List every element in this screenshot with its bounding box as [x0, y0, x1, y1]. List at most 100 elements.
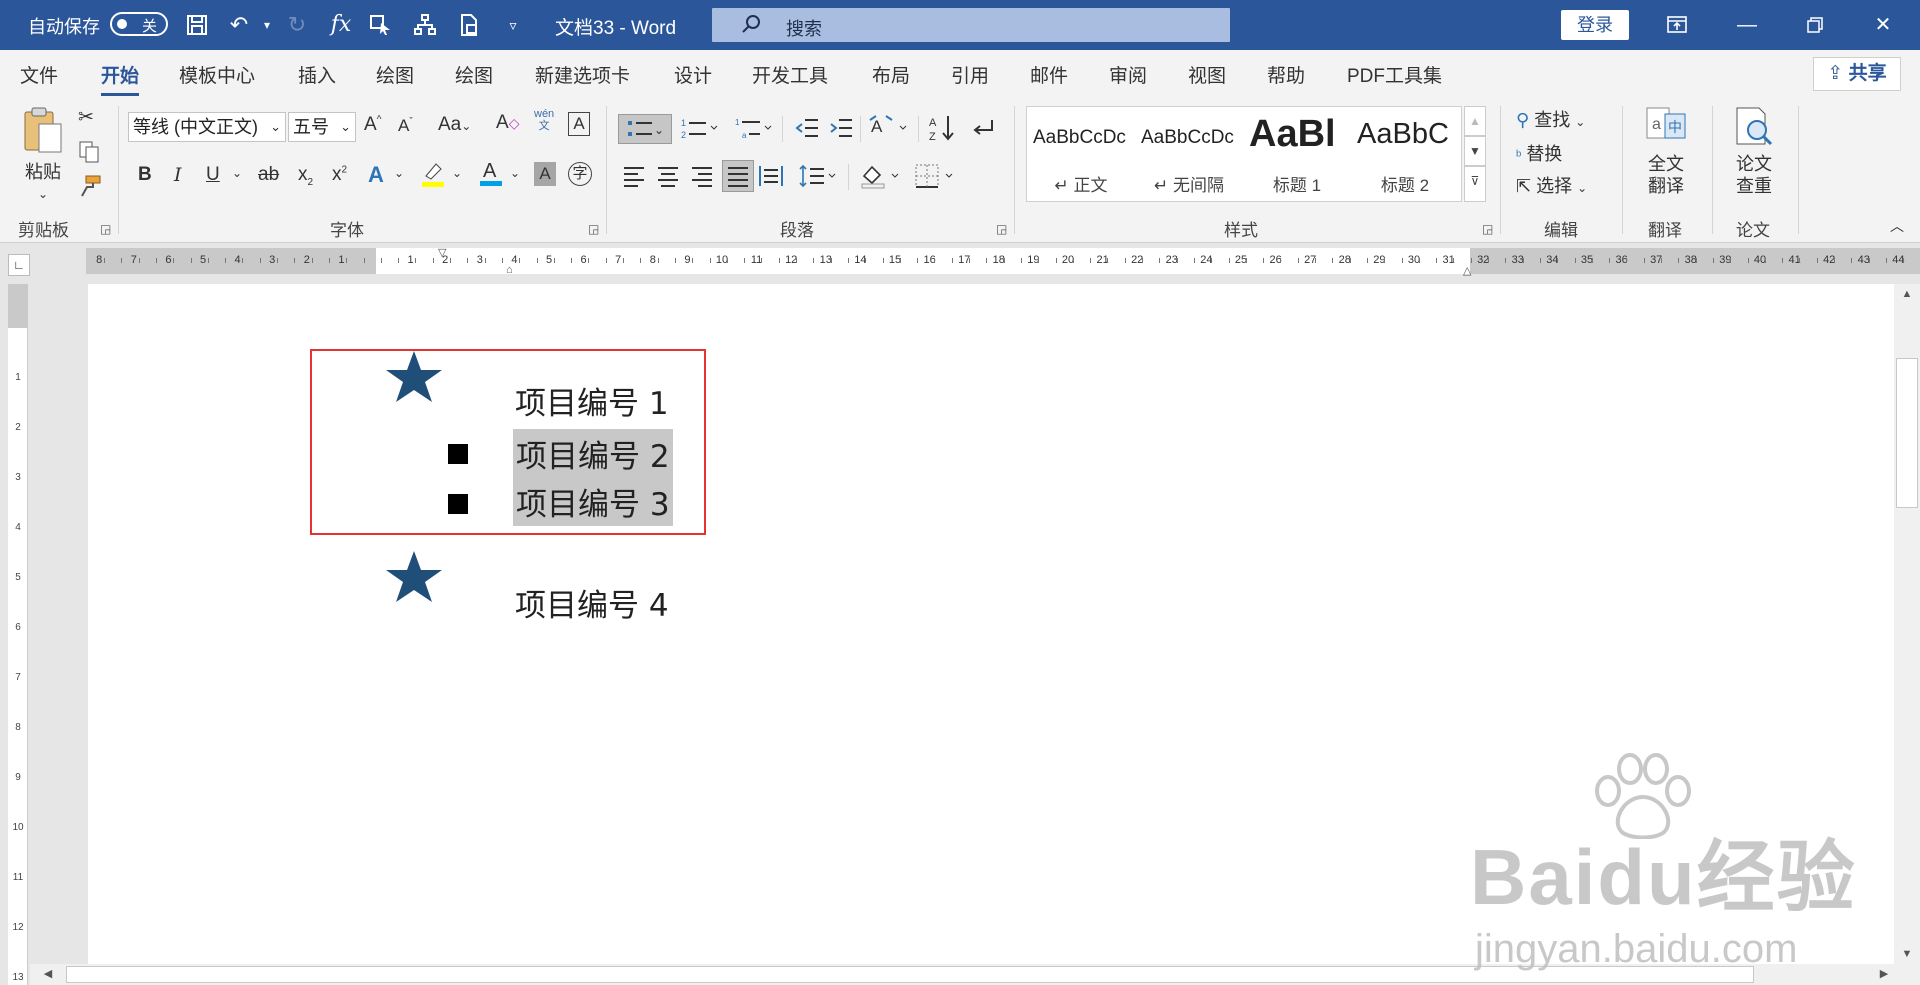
style-no-spacing[interactable]: AaBbCcDc ↵ 无间隔	[1135, 107, 1243, 201]
highlight-dropdown-icon[interactable]: ⌄	[452, 166, 462, 180]
list-item[interactable]: 项目编号 4	[515, 580, 669, 625]
scroll-up-icon[interactable]: ▲	[1894, 284, 1920, 304]
distributed-align-icon[interactable]	[758, 164, 784, 194]
font-size-select[interactable]: 五号 ⌄	[288, 112, 356, 142]
align-center-icon[interactable]	[656, 164, 680, 194]
collapse-ribbon-icon[interactable]: ︿	[1890, 216, 1904, 236]
character-shading-icon[interactable]: A	[534, 162, 556, 186]
find-button[interactable]: ⚲ 查找 ⌄	[1516, 106, 1585, 132]
tab-references[interactable]: 引用	[951, 61, 989, 88]
autosave-toggle[interactable]: 关	[110, 12, 168, 36]
close-icon[interactable]: ✕	[1868, 10, 1898, 40]
restore-icon[interactable]	[1800, 10, 1830, 40]
cut-icon[interactable]: ✂	[78, 106, 94, 129]
shading-icon[interactable]	[860, 162, 904, 196]
replace-button[interactable]: ᵇ 替换	[1516, 140, 1562, 166]
enclose-characters-icon[interactable]: 字	[568, 162, 592, 186]
list-item[interactable]: 项目编号 3	[513, 477, 673, 526]
customize-toolbar-icon[interactable]: ▿	[498, 10, 528, 40]
tab-template-center[interactable]: 模板中心	[179, 61, 255, 88]
superscript-icon[interactable]: x2	[332, 164, 347, 186]
undo-dropdown-icon[interactable]: ▾	[252, 10, 282, 40]
copy-icon[interactable]	[78, 140, 100, 170]
paste-dropdown-icon[interactable]: ⌄	[18, 183, 68, 205]
clear-formatting-icon[interactable]: A◇	[496, 112, 519, 134]
underline-dropdown-icon[interactable]: ⌄	[232, 166, 242, 180]
style-normal[interactable]: AaBbCcDc ↵ 正文	[1027, 107, 1135, 201]
align-left-icon[interactable]	[622, 164, 646, 194]
scroll-right-icon[interactable]: ▶	[1874, 964, 1894, 985]
style-heading-1[interactable]: AaBl 标题 1	[1243, 107, 1351, 201]
tab-draw[interactable]: 绘图	[376, 61, 414, 88]
tab-file[interactable]: 文件	[20, 61, 58, 88]
text-effects-icon[interactable]: A	[368, 162, 384, 188]
italic-icon[interactable]: I	[174, 164, 182, 186]
tab-help[interactable]: 帮助	[1267, 61, 1305, 88]
subscript-icon[interactable]: x2	[298, 164, 313, 188]
text-effects-dropdown-icon[interactable]: ⌄	[394, 166, 404, 180]
select-objects-icon[interactable]	[366, 10, 396, 40]
tab-review[interactable]: 审阅	[1109, 61, 1147, 88]
list-item[interactable]: 项目编号 1	[515, 378, 669, 423]
undo-icon[interactable]: ↶	[224, 10, 254, 40]
styles-gallery[interactable]: AaBbCcDc ↵ 正文 AaBbCcDc ↵ 无间隔 AaBl 标题 1 A…	[1026, 106, 1462, 202]
decrease-indent-icon[interactable]	[794, 116, 820, 146]
chinese-layout-icon[interactable]: A	[868, 114, 912, 146]
org-chart-icon[interactable]	[410, 10, 440, 40]
paste-button[interactable]: 粘贴 ⌄	[18, 106, 68, 205]
tab-mailings[interactable]: 邮件	[1030, 61, 1068, 88]
search-box[interactable]: 搜索	[712, 8, 1230, 42]
select-button[interactable]: ⇱ 选择 ⌄	[1516, 172, 1587, 198]
styles-scroll-down-icon[interactable]: ▼	[1464, 136, 1486, 166]
format-painter-icon[interactable]	[78, 174, 102, 204]
tab-view[interactable]: 视图	[1188, 61, 1226, 88]
shrink-font-icon[interactable]: Aˇ	[398, 116, 413, 136]
document-icon[interactable]	[454, 10, 484, 40]
font-color-dropdown-icon[interactable]: ⌄	[510, 166, 520, 180]
vertical-scrollbar[interactable]: ▲ ▼	[1894, 284, 1920, 985]
tab-home[interactable]: 开始	[101, 61, 140, 96]
tab-insert[interactable]: 插入	[298, 61, 336, 88]
numbering-icon[interactable]: 12	[680, 116, 720, 146]
tab-layout[interactable]: 布局	[872, 61, 910, 88]
tab-selector-icon[interactable]: ∟	[8, 254, 30, 276]
styles-launcher-icon[interactable]: ◲	[1482, 222, 1493, 236]
line-spacing-icon[interactable]	[798, 164, 840, 194]
grow-font-icon[interactable]: A^	[364, 114, 381, 136]
clipboard-launcher-icon[interactable]: ◲	[100, 222, 111, 236]
justify-icon[interactable]	[722, 160, 754, 192]
vertical-ruler[interactable]: 1 2 3 4 5 6 7 8 9 10 11 12 13	[8, 284, 28, 985]
formula-icon[interactable]: fx	[326, 10, 356, 40]
borders-icon[interactable]	[914, 162, 958, 196]
strikethrough-icon[interactable]: ab	[258, 164, 279, 186]
show-formatting-marks-icon[interactable]	[970, 116, 996, 146]
paper-check-button[interactable]: 论文 查重	[1724, 104, 1784, 197]
highlight-color-icon[interactable]	[420, 160, 446, 194]
tab-new-tab[interactable]: 新建选项卡	[535, 61, 630, 88]
change-case-button[interactable]: Aa⌄	[438, 114, 471, 136]
phonetic-guide-button[interactable]: wén 文	[534, 108, 554, 132]
share-button[interactable]: ⇪ 共享	[1813, 57, 1901, 91]
bold-icon[interactable]: B	[138, 164, 152, 186]
character-border-icon[interactable]: A	[568, 112, 590, 136]
font-color-icon[interactable]: A	[478, 158, 504, 194]
styles-more-icon[interactable]: ⊽	[1464, 166, 1486, 202]
ribbon-display-options-icon[interactable]	[1662, 10, 1692, 40]
bullets-button[interactable]: ⌄	[618, 114, 672, 144]
tab-design[interactable]: 设计	[674, 61, 712, 88]
scroll-left-icon[interactable]: ◀	[38, 964, 58, 985]
multilevel-list-icon[interactable]: 1a	[734, 116, 774, 146]
scroll-thumb[interactable]	[1896, 358, 1918, 508]
redo-icon[interactable]: ↻	[282, 10, 312, 40]
tab-developer[interactable]: 开发工具	[752, 61, 828, 88]
tab-draw-2[interactable]: 绘图	[455, 61, 493, 88]
styles-scroll-up-icon[interactable]: ▲	[1464, 106, 1486, 136]
font-launcher-icon[interactable]: ◲	[588, 222, 599, 236]
right-indent-marker[interactable]: △	[1463, 264, 1471, 277]
font-name-select[interactable]: 等线 (中文正文) ⌄	[128, 112, 286, 142]
increase-indent-icon[interactable]	[828, 116, 854, 146]
scroll-down-icon[interactable]: ▼	[1894, 944, 1920, 964]
list-item[interactable]: 项目编号 2	[513, 429, 673, 478]
minimize-icon[interactable]: —	[1732, 10, 1762, 40]
align-right-icon[interactable]	[690, 164, 714, 194]
